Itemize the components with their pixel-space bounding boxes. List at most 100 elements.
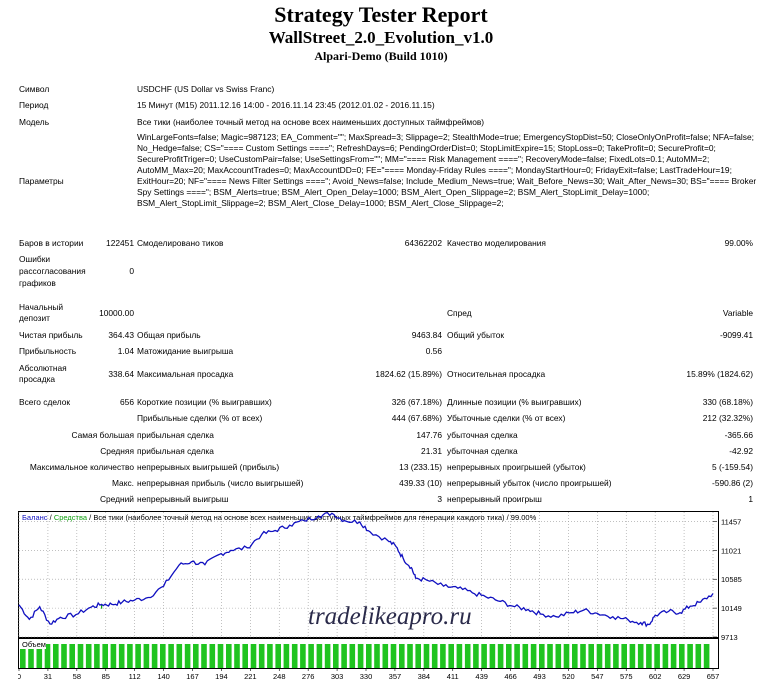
maximal-label-a: Макс. (111, 478, 134, 488)
period-value: 15 Минут (M15) 2011.12.16 14:00 - 2016.1… (137, 100, 435, 110)
volume-bar (415, 644, 421, 668)
volume-bar (670, 644, 677, 668)
deposit-value: 10000.00 (99, 308, 134, 318)
ticks-label: Смоделировано тиков (137, 238, 224, 248)
volume-bar (110, 644, 117, 668)
volume-bar (662, 644, 669, 668)
volume-bar (283, 644, 290, 668)
volume-bar (135, 644, 141, 668)
volume-bar (242, 644, 248, 668)
x-tick-label: 248 (273, 672, 286, 681)
maximal-profit: 439.33 (10) (399, 478, 442, 488)
x-tick-label: 194 (215, 672, 228, 681)
max-consec-label-b: непрерывных выигрышей (прибыль) (137, 462, 280, 472)
x-tick-label: 629 (678, 672, 691, 681)
max-dd-value: 1824.62 (15.89%) (375, 369, 442, 379)
loss-trades-value: 212 (32.32%) (702, 413, 753, 423)
average-label-b: прибыльная сделка (137, 446, 214, 456)
rel-dd-value: 15.89% (1824.62) (686, 369, 753, 379)
volume-bar (316, 644, 323, 668)
symbol-value: USDCHF (US Dollar vs Swiss Franc) (137, 84, 275, 94)
volume-bar (555, 644, 562, 668)
maximal-loss: -590.86 (2) (712, 478, 753, 488)
volume-bar (489, 644, 496, 668)
bars-label: Баров в истории (19, 238, 84, 248)
max-consec-label-c: непрерывных проигрышей (убыток) (447, 462, 586, 472)
legend-separator: / (89, 513, 92, 522)
volume-bar (374, 644, 380, 668)
errors-label-1: Ошибки (19, 254, 51, 264)
volume-bar (234, 644, 240, 668)
volume-bar (547, 644, 553, 668)
x-tick-label: 547 (591, 672, 604, 681)
volume-bar (184, 644, 191, 668)
volume-bar (530, 644, 537, 668)
volume-bar (77, 644, 84, 668)
watermark: tradelikeapro.ru (308, 603, 472, 630)
volume-bar (226, 644, 232, 668)
symbol-label: Символ (19, 84, 50, 94)
volume-bar (456, 644, 463, 668)
volume-bar (61, 644, 67, 668)
volume-bar (168, 644, 174, 668)
max-consec-losses: 5 (-159.54) (712, 462, 753, 472)
volume-bar (695, 644, 702, 668)
volume-bar (629, 644, 636, 668)
volume-bar (604, 644, 611, 668)
spread-value: Variable (722, 308, 753, 318)
legend-separator: / (50, 513, 53, 522)
volume-bar (102, 644, 108, 668)
volume-bar (341, 644, 347, 668)
x-tick-label: 466 (504, 672, 517, 681)
volume-bar (572, 644, 578, 668)
volume-bar (217, 644, 224, 668)
volume-bar (151, 644, 158, 668)
volume-bar (333, 644, 339, 668)
volume-bar (127, 644, 133, 668)
volume-bar (94, 644, 100, 668)
volume-bar (613, 644, 619, 668)
volume-bar (85, 644, 92, 668)
avg-consec-label-c: непрерывный проигрыш (447, 494, 542, 504)
volume-bar (308, 644, 314, 668)
x-tick-label: 439 (475, 672, 488, 681)
server-name: Alpari-Demo (Build 1010) (314, 49, 448, 63)
volume-bar (258, 644, 265, 668)
max-consec-wins: 13 (233.15) (399, 462, 442, 472)
volume-bar (440, 644, 446, 668)
gross-profit-value: 9463.84 (411, 330, 442, 340)
loss-trades-label: Убыточные сделки (% от всех) (447, 413, 566, 423)
largest-label-b: прибыльная сделка (137, 430, 214, 440)
volume-bar (464, 644, 471, 668)
y-tick-label: 10149 (721, 604, 742, 613)
volume-bar (324, 644, 331, 668)
errors-label-3: графиков (19, 278, 56, 288)
volume-bar (382, 644, 389, 668)
gross-loss-value: -9099.41 (719, 330, 753, 340)
total-trades-value: 656 (120, 397, 134, 407)
volume-bar (209, 644, 216, 668)
errors-label-2: рассогласования (19, 266, 86, 276)
profit-trades-label: Прибыльные сделки (% от всех) (137, 413, 263, 423)
average-profit: 21.31 (421, 446, 442, 456)
total-trades-label: Всего сделок (19, 397, 71, 407)
deposit-label-2: депозит (19, 313, 50, 323)
volume-bar (160, 644, 166, 668)
largest-loss: -365.66 (724, 430, 753, 440)
ticks-value: 64362202 (404, 238, 442, 248)
volume-bar (514, 644, 520, 668)
rel-dd-label: Относительная просадка (447, 369, 546, 379)
period-label: Период (19, 100, 49, 110)
gross-profit-label: Общая прибыль (137, 330, 201, 340)
net-profit-label: Чистая прибыль (19, 330, 83, 340)
volume-bar (580, 644, 586, 668)
max-consec-label-a: Максимальное количество (29, 462, 134, 472)
ea-name: WallStreet_2.0_Evolution_v1.0 (268, 28, 494, 47)
y-tick-label: 11457 (721, 517, 741, 526)
long-label: Длинные позиции (% выигравших) (447, 397, 582, 407)
volume-bar (349, 644, 356, 668)
model-label: Модель (19, 117, 50, 127)
x-tick-label: 493 (533, 672, 546, 681)
report-title: Strategy Tester Report (274, 2, 488, 27)
legend-description: Все тики (наиболее точный метод на основ… (93, 513, 536, 522)
